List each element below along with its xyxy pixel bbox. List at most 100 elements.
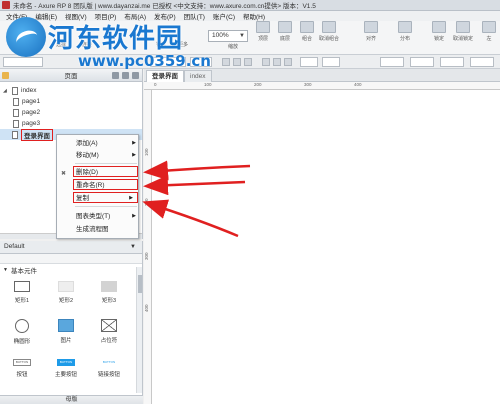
widget-rect3[interactable]: 矩形3 (89, 281, 129, 304)
scrollbar-thumb[interactable] (138, 275, 142, 293)
connect-tool-button[interactable]: 连接 (76, 41, 98, 48)
horizontal-ruler: 0 100 200 300 400 (144, 82, 500, 90)
menu-project[interactable]: 项目(P) (91, 11, 121, 21)
design-canvas[interactable] (152, 90, 500, 404)
select-tool-button[interactable]: 选择 (50, 41, 72, 48)
format-toolbar (0, 55, 500, 69)
widget-ellipse[interactable]: 椭圆形 (2, 319, 42, 345)
menu-item-duplicate[interactable]: 复制 ▶ (73, 192, 138, 203)
masters-tab[interactable]: 母版 (0, 395, 143, 404)
font-weight-select[interactable] (190, 57, 212, 67)
expand-triangle-icon[interactable]: ◢ (3, 88, 9, 94)
menu-separator (75, 163, 137, 164)
window-title: 未命名 - Axure RP 8 团队版 | www.dayanzai.me 已… (13, 3, 316, 10)
page-icon (12, 86, 18, 95)
widget-rect1[interactable]: 矩形1 (2, 281, 42, 304)
left-button[interactable]: 左 (478, 21, 500, 42)
library-select[interactable]: Default ▼ (0, 241, 142, 254)
bring-front-icon (256, 21, 270, 33)
axure-app-icon (2, 1, 10, 9)
tab-login-page[interactable]: 登录界面 (146, 70, 184, 82)
menu-help[interactable]: 帮助(H) (239, 11, 269, 21)
bring-front-button[interactable]: 顶层 (252, 21, 274, 42)
menu-item-generate-flowchart[interactable]: 生成流程图 (57, 224, 140, 235)
pen-tool-button[interactable]: 钢笔 (150, 41, 172, 48)
w-field[interactable] (440, 57, 464, 67)
lock-icon (432, 21, 446, 33)
menu-separator (75, 206, 137, 207)
send-back-button[interactable]: 底层 (274, 21, 296, 42)
page-icon (12, 130, 18, 139)
h-field[interactable] (470, 57, 494, 67)
fill-color-select[interactable] (300, 57, 318, 67)
menu-item-add[interactable]: 添加(A) ▶ (57, 138, 140, 149)
widget-placeholder[interactable]: 占位符 (89, 319, 129, 344)
distribute-button[interactable]: 分布 (394, 21, 416, 42)
submenu-arrow-icon: ▶ (129, 195, 133, 201)
lock-button[interactable]: 锁定 (428, 21, 450, 42)
add-folder-icon[interactable] (122, 72, 129, 79)
link-button-icon: BUTTON (102, 360, 116, 364)
widget-link-button[interactable]: BUTTON 链接按钮 (89, 359, 129, 378)
zoom-select[interactable]: 100% ▼ (208, 30, 248, 42)
expand-triangle-icon: ▼ (3, 266, 8, 273)
more-tools-button[interactable]: 更多 (172, 41, 194, 48)
bold-icon[interactable] (222, 58, 230, 66)
italic-icon[interactable] (233, 58, 241, 66)
tab-index[interactable]: index (184, 70, 212, 82)
y-field[interactable] (410, 57, 434, 67)
group-button[interactable]: 组合 (296, 21, 318, 42)
add-page-icon[interactable] (112, 72, 119, 79)
ungroup-button[interactable]: 取消组合 (318, 21, 340, 42)
align-left-icon[interactable] (262, 58, 270, 66)
ellipse-icon (15, 319, 29, 333)
line-color-select[interactable] (322, 57, 340, 67)
page-tree-item-page1[interactable]: page1 (0, 96, 142, 107)
menu-team[interactable]: 团队(T) (180, 11, 209, 21)
widget-grid: 矩形1 矩形2 矩形3 椭圆形 图片 占位符 BUTTON 按钮 BUTTON … (0, 275, 142, 395)
widget-search-input[interactable] (0, 254, 142, 264)
main-toolbar: 选择 连接 钢笔 更多 100% ▼ 缩放 顶层 底层 组合 取消组合 对齐 分… (0, 21, 500, 55)
zoom-label: 缩放 (227, 44, 238, 50)
submenu-arrow-icon: ▶ (132, 213, 136, 219)
align-center-icon[interactable] (273, 58, 281, 66)
widget-button[interactable]: BUTTON 按钮 (2, 359, 42, 378)
page-tree-item-page2[interactable]: page2 (0, 107, 142, 118)
placeholder-icon (101, 319, 117, 332)
unlock-button[interactable]: 取消锁定 (452, 21, 474, 42)
x-field[interactable] (380, 57, 404, 67)
chevron-down-icon: ▼ (239, 33, 245, 39)
menu-edit[interactable]: 编辑(E) (31, 11, 61, 21)
page-icon (13, 108, 19, 117)
widget-rect2[interactable]: 矩形2 (46, 281, 86, 304)
align-button[interactable]: 对齐 (360, 21, 382, 42)
page-tree-item-page3[interactable]: page3 (0, 118, 142, 129)
widget-category[interactable]: ▼ 基本元件 (0, 264, 142, 275)
underline-icon[interactable] (244, 58, 252, 66)
menu-arrange[interactable]: 布局(A) (120, 11, 150, 21)
widget-image[interactable]: 图片 (46, 319, 86, 344)
align-icon (364, 21, 378, 33)
page-context-menu: ✖ 添加(A) ▶ 移动(M) ▶ 删除(D) 重命名(R) 复制 ▶ 图表类型(T)… (56, 134, 139, 239)
menu-item-delete[interactable]: 删除(D) (73, 166, 138, 177)
page-tree-item-index[interactable]: ◢ index (0, 85, 142, 96)
menu-bar: 文件(F) 编辑(E) 视图(V) 项目(P) 布局(A) 发布(P) 团队(T… (0, 11, 500, 21)
vertical-ruler: 100 200 300 400 (144, 90, 152, 404)
menu-item-rename[interactable]: 重命名(R) (73, 179, 138, 190)
ungroup-icon (322, 21, 336, 33)
style-select[interactable] (3, 57, 43, 67)
group-icon (300, 21, 314, 33)
delete-icon: ✖ (61, 171, 67, 177)
search-icon[interactable] (132, 72, 139, 79)
menu-view[interactable]: 视图(V) (61, 11, 91, 21)
widget-primary-button[interactable]: BUTTON 主要按钮 (46, 359, 86, 378)
align-right-icon[interactable] (284, 58, 292, 66)
menu-item-diagram-type[interactable]: 图表类型(T) ▶ (57, 211, 140, 222)
widgets-scrollbar[interactable] (136, 267, 142, 393)
menu-item-move[interactable]: 移动(M) ▶ (57, 150, 140, 161)
menu-publish[interactable]: 发布(P) (150, 11, 180, 21)
font-select[interactable] (150, 57, 186, 67)
menu-account[interactable]: 账户(C) (209, 11, 239, 21)
menu-file[interactable]: 文件(F) (2, 11, 31, 21)
rect-gray-icon (101, 281, 117, 292)
